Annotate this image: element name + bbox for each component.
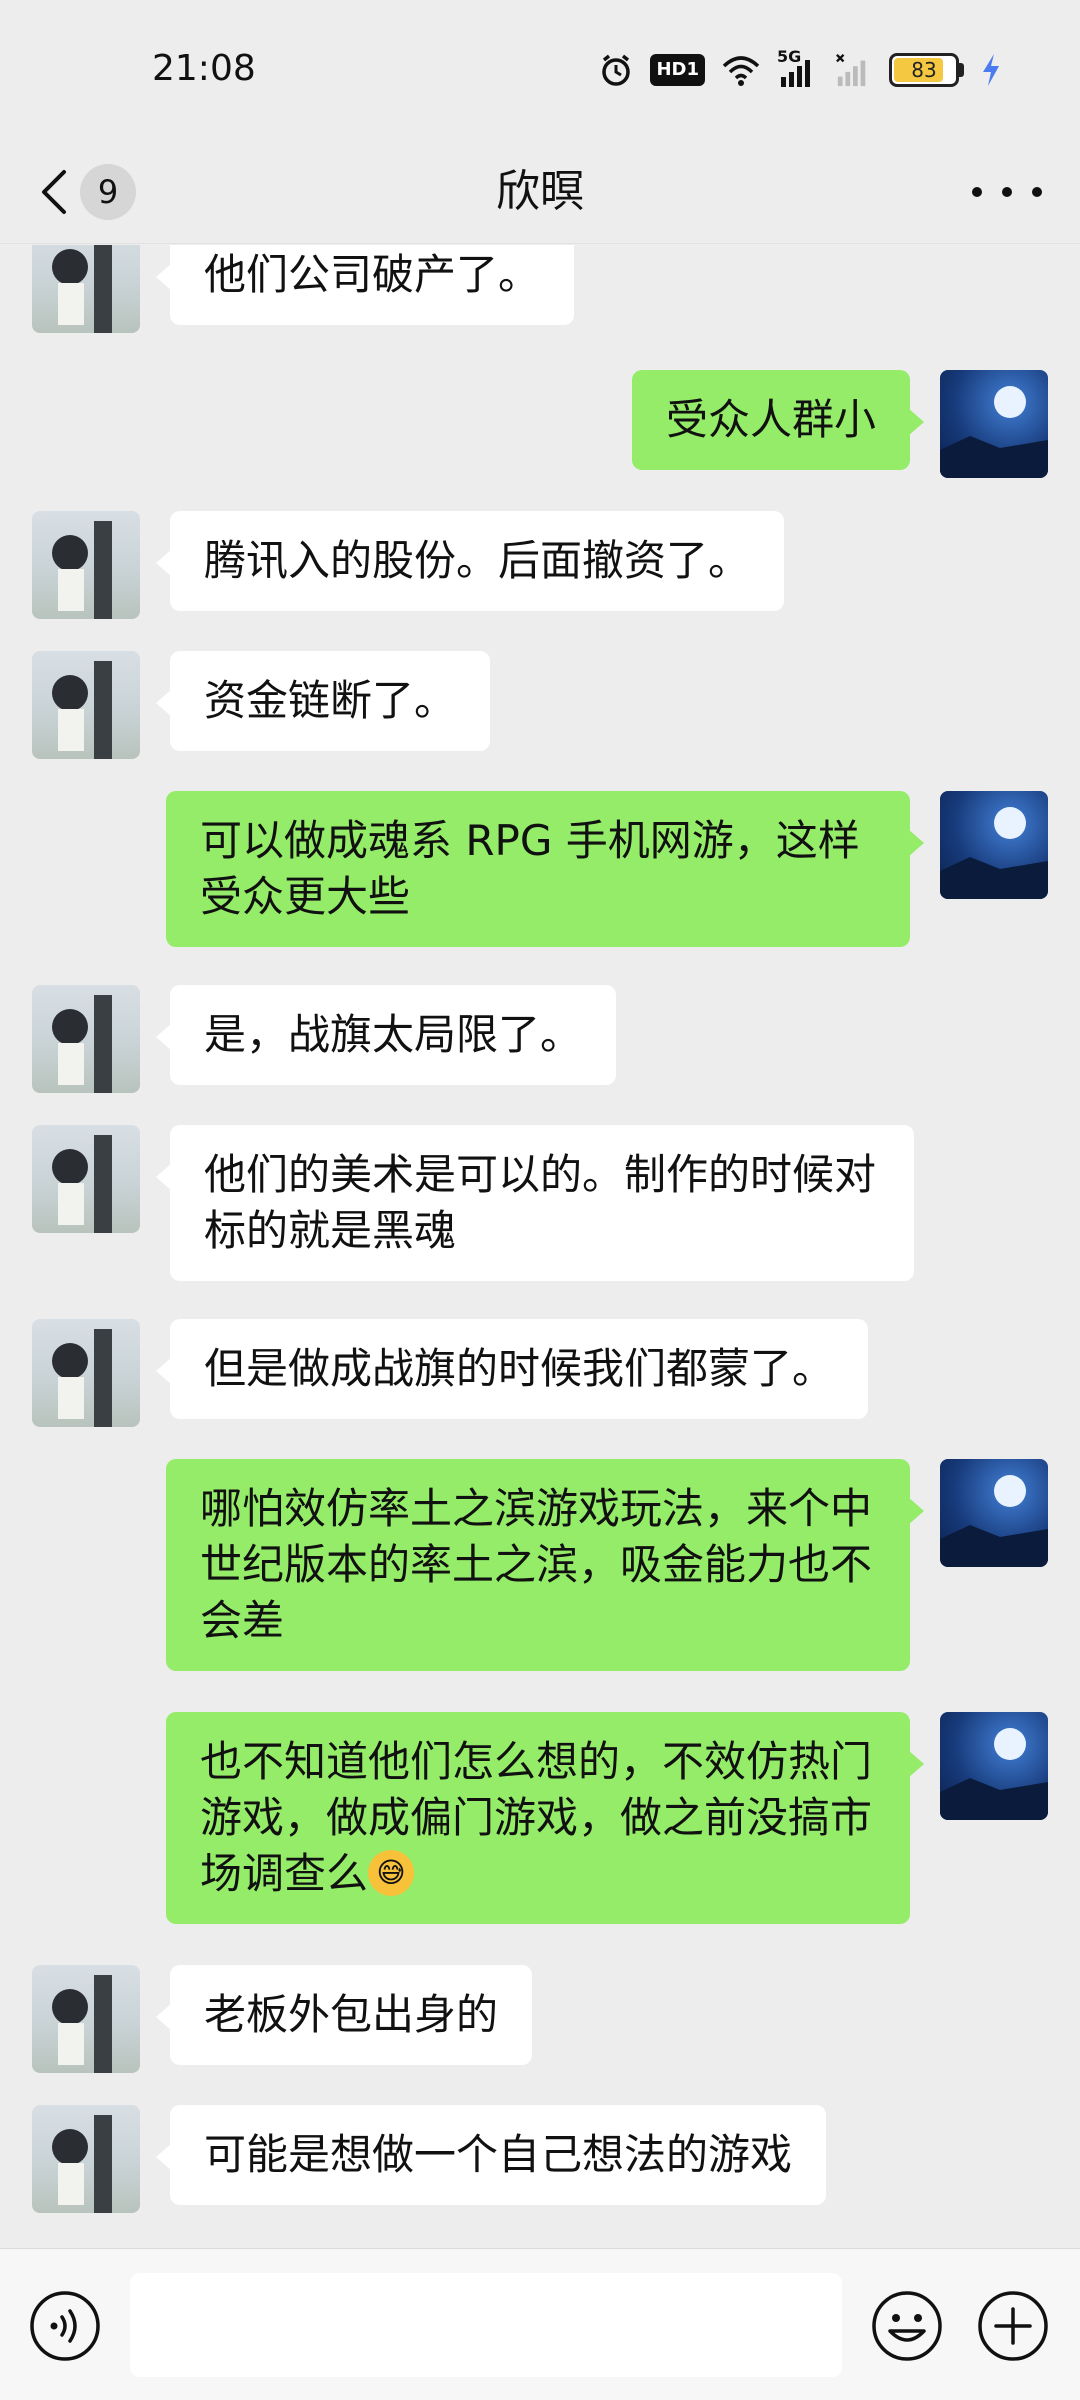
message-bubble-outgoing[interactable]: 也不知道他们怎么想的，不效仿热门游戏，做成偏门游戏，做之前没搞市场调查么 😅	[166, 1712, 924, 1924]
friend-avatar[interactable]	[32, 1319, 140, 1427]
status-time: 21:08	[152, 48, 256, 89]
friend-avatar[interactable]	[32, 2105, 140, 2213]
message-bubble-incoming[interactable]: 他们的美术是可以的。制作的时候对标的就是黑魂	[156, 1125, 914, 1281]
more-options-button[interactable]	[972, 170, 1042, 214]
back-button[interactable]: 9	[36, 158, 136, 226]
charging-icon	[983, 54, 999, 86]
message-bubble-outgoing[interactable]: 可以做成魂系 RPG 手机网游，这样受众更大些	[166, 791, 924, 947]
message-bubble-incoming[interactable]: 是，战旗太局限了。	[155, 985, 617, 1085]
my-avatar[interactable]	[940, 1459, 1048, 1567]
status-icons: HD1 5G 83	[598, 47, 1002, 90]
chat-message-list[interactable]: 他们公司破产了。 受众人群小 腾讯入的股份。后面撤资了。 资金链断了。 可以做成…	[0, 245, 1080, 2247]
battery-level: 83	[911, 58, 937, 82]
battery-cap	[959, 63, 964, 77]
emoji-icon[interactable]	[870, 2289, 944, 2363]
more-dots-icon	[972, 187, 982, 197]
alarm-icon	[602, 54, 631, 86]
message-bubble-incoming[interactable]: 但是做成战旗的时候我们都蒙了。	[155, 1319, 869, 1419]
message-bubble-incoming[interactable]: 可能是想做一个自己想法的游戏	[155, 2105, 827, 2205]
message-text: 也不知道他们怎么想的，不效仿热门游戏，做成偏门游戏，做之前没搞市场调查么	[200, 1737, 873, 1898]
wifi-icon	[722, 56, 760, 86]
my-avatar-image	[940, 386, 1048, 478]
sweat-smile-emoji-icon: 😅	[368, 1849, 415, 1896]
friend-avatar[interactable]	[32, 1965, 140, 2073]
nav-bar: 欣暝 9	[0, 140, 1080, 244]
chevron-left-icon	[42, 170, 66, 214]
friend-avatar[interactable]	[32, 651, 140, 759]
status-bar: 21:08 HD1 5G 83	[0, 0, 1080, 140]
unread-count-badge: 9	[80, 164, 136, 220]
my-avatar[interactable]	[940, 791, 1048, 899]
message-input[interactable]	[130, 2273, 842, 2377]
message-bubble-outgoing[interactable]: 哪怕效仿率土之滨游戏玩法，来个中世纪版本的率土之滨，吸金能力也不会差	[166, 1459, 924, 1671]
friend-avatar[interactable]	[32, 511, 140, 619]
friend-avatar[interactable]	[32, 985, 140, 1093]
signal-icon	[836, 54, 866, 87]
message-bubble-incoming[interactable]: 老板外包出身的	[155, 1965, 533, 2065]
friend-avatar[interactable]	[32, 245, 140, 333]
friend-avatar[interactable]	[32, 1125, 140, 1233]
message-bubble-incoming[interactable]: 资金链断了。	[155, 651, 491, 751]
message-bubble-incoming[interactable]: 他们公司破产了。	[155, 245, 575, 325]
hd-icon: HD1	[650, 54, 705, 86]
message-bubble-incoming[interactable]: 腾讯入的股份。后面撤资了。	[155, 511, 785, 611]
chat-title: 欣暝	[496, 166, 584, 217]
voice-icon[interactable]	[28, 2289, 102, 2363]
message-bubble-outgoing[interactable]: 受众人群小	[631, 370, 925, 470]
my-avatar[interactable]	[940, 1712, 1048, 1820]
battery-icon: 83	[889, 53, 959, 87]
signal-5g-icon: 5G	[777, 47, 817, 89]
plus-icon[interactable]	[976, 2289, 1050, 2363]
input-bar	[0, 2248, 1080, 2400]
friend-avatar-image	[52, 245, 112, 333]
my-avatar[interactable]	[940, 370, 1048, 478]
